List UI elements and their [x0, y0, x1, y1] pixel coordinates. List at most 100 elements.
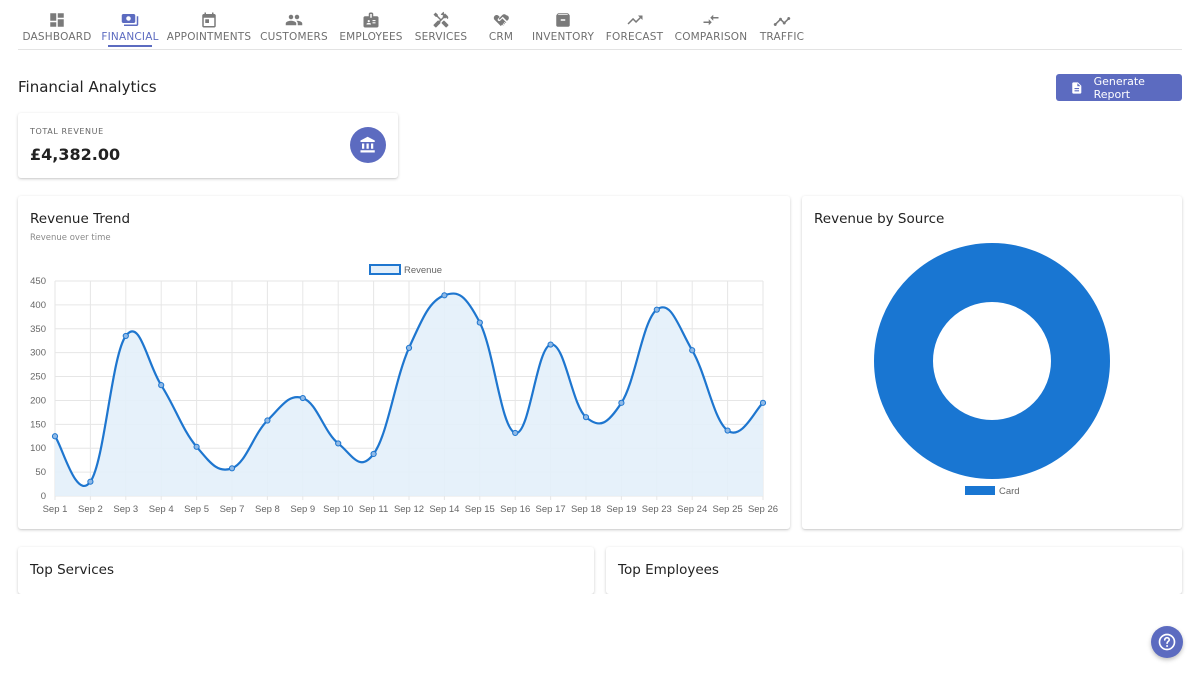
tab-crm[interactable]: CRM — [488, 0, 514, 50]
revenue-by-source-card: Card Revenue by Source — [802, 196, 1182, 529]
x-tick-label: Sep 23 — [642, 504, 672, 515]
tab-appointments[interactable]: APPOINTMENTS — [167, 0, 251, 50]
x-tick-label: Sep 7 — [220, 504, 245, 515]
tab-customers[interactable]: CUSTOMERS — [260, 0, 328, 50]
x-tick-label: Sep 5 — [184, 504, 209, 515]
revenue-point — [759, 399, 767, 406]
compare-arrows-icon — [701, 11, 721, 29]
tab-label: CRM — [488, 31, 514, 43]
archive-icon — [553, 11, 573, 29]
generate-report-button[interactable]: Generate Report — [1056, 74, 1182, 101]
x-tick-label: Sep 2 — [78, 504, 103, 515]
y-tick-label: 100 — [30, 443, 46, 454]
revenue-point — [653, 306, 660, 313]
x-tick-label: Sep 9 — [290, 504, 315, 515]
tab-comparison[interactable]: COMPARISON — [675, 0, 747, 50]
y-tick-label: 250 — [30, 372, 46, 383]
tab-traffic[interactable]: TRAFFIC — [760, 0, 804, 50]
x-tick-label: Sep 26 — [748, 504, 778, 515]
revenue-point — [193, 443, 200, 450]
trending-up-icon — [625, 11, 645, 29]
top-services-title: Top Services — [30, 562, 114, 578]
total-revenue-value: £4,382.00 — [30, 145, 121, 164]
x-tick-label: Sep 24 — [677, 504, 707, 515]
revenue-point — [158, 382, 165, 389]
tab-label: TRAFFIC — [759, 31, 805, 43]
x-tick-label: Sep 11 — [359, 504, 388, 515]
x-tick-label: Sep 25 — [713, 504, 743, 515]
tools-icon — [431, 11, 451, 29]
page-fold — [0, 594, 1200, 675]
y-tick-label: 450 — [30, 276, 46, 287]
tab-label: COMPARISON — [674, 31, 748, 43]
revenue-point — [724, 427, 731, 434]
x-tick-label: Sep 12 — [394, 504, 424, 515]
y-tick-label: 50 — [35, 467, 46, 478]
tab-financial[interactable]: FINANCIAL — [101, 0, 158, 50]
revenue-point — [441, 292, 448, 299]
nav-tabs: DASHBOARD FINANCIAL APPOINTMENTS CUSTOMERS E… — [18, 0, 1182, 50]
generate-report-label: Generate Report — [1093, 74, 1145, 101]
revenue-point — [264, 417, 271, 424]
x-tick-label: Sep 16 — [500, 504, 530, 515]
x-tick-label: Sep 1 — [43, 504, 68, 515]
revenue-point — [582, 414, 590, 421]
help-icon — [1158, 633, 1176, 651]
x-tick-label: Sep 4 — [149, 504, 174, 515]
revenue-point — [122, 332, 129, 340]
tab-inventory[interactable]: INVENTORY — [532, 0, 594, 50]
x-tick-label: Sep 19 — [606, 504, 636, 515]
tab-employees[interactable]: EMPLOYEES — [339, 0, 402, 50]
payments-icon — [120, 11, 140, 29]
revenue-point — [476, 319, 483, 326]
revenue-point — [512, 429, 519, 437]
revenue-point — [87, 478, 94, 485]
people-icon — [284, 11, 304, 29]
revenue-point — [547, 341, 554, 348]
y-tick-label: 200 — [30, 395, 46, 406]
document-icon — [1072, 81, 1082, 94]
revenue-point — [405, 344, 413, 351]
top-employees-card: Top Employees — [606, 547, 1182, 594]
tab-label: CUSTOMERS — [260, 31, 328, 43]
calendar-icon — [199, 11, 219, 29]
tab-forecast[interactable]: FORECAST — [606, 0, 663, 50]
total-revenue-label: TOTAL REVENUE — [30, 127, 104, 136]
tab-label: INVENTORY — [531, 31, 595, 43]
revenue-point — [689, 347, 696, 354]
insights-icon — [772, 11, 792, 29]
x-tick-label: Sep 8 — [255, 504, 280, 515]
legend-swatch-card — [965, 486, 995, 495]
revenue-point — [618, 399, 625, 406]
revenue-point — [299, 394, 306, 402]
x-tick-label: Sep 17 — [536, 504, 566, 515]
tab-services[interactable]: SERVICES — [415, 0, 467, 50]
y-tick-label: 350 — [30, 324, 46, 335]
x-tick-label: Sep 14 — [429, 504, 459, 515]
revenue-source-donut-chart: Card — [874, 243, 1110, 497]
x-tick-label: Sep 15 — [465, 504, 495, 515]
top-employees-title: Top Employees — [618, 562, 719, 578]
y-tick-label: 300 — [30, 348, 46, 359]
tab-label: FORECAST — [605, 31, 664, 43]
revenue-point — [228, 465, 236, 472]
dashboard-icon — [47, 11, 67, 29]
x-tick-label: Sep 3 — [113, 504, 138, 515]
total-revenue-card: TOTAL REVENUE £4,382.00 — [18, 113, 398, 178]
help-button[interactable] — [1151, 626, 1183, 658]
x-tick-label: Sep 10 — [323, 504, 353, 515]
y-tick-label: 150 — [30, 419, 46, 430]
page-title: Financial Analytics — [18, 78, 157, 96]
donut-slice-card — [874, 243, 1110, 479]
revenue-point — [335, 440, 342, 447]
revenue-trend-card: 0 50 100 150 200 250 300 350 400 450 Sep 1 Sep 2 Sep… — [18, 196, 790, 529]
tab-label: DASHBOARD — [22, 31, 92, 43]
y-tick-label: 400 — [30, 300, 46, 311]
revenue-point — [51, 433, 59, 440]
legend-label-revenue: Revenue — [404, 265, 442, 276]
tab-dashboard[interactable]: DASHBOARD — [18, 0, 96, 50]
handshake-icon — [491, 11, 511, 29]
x-tick-label: Sep 18 — [571, 504, 601, 515]
badge-icon — [361, 11, 381, 29]
tab-label: APPOINTMENTS — [166, 31, 252, 43]
